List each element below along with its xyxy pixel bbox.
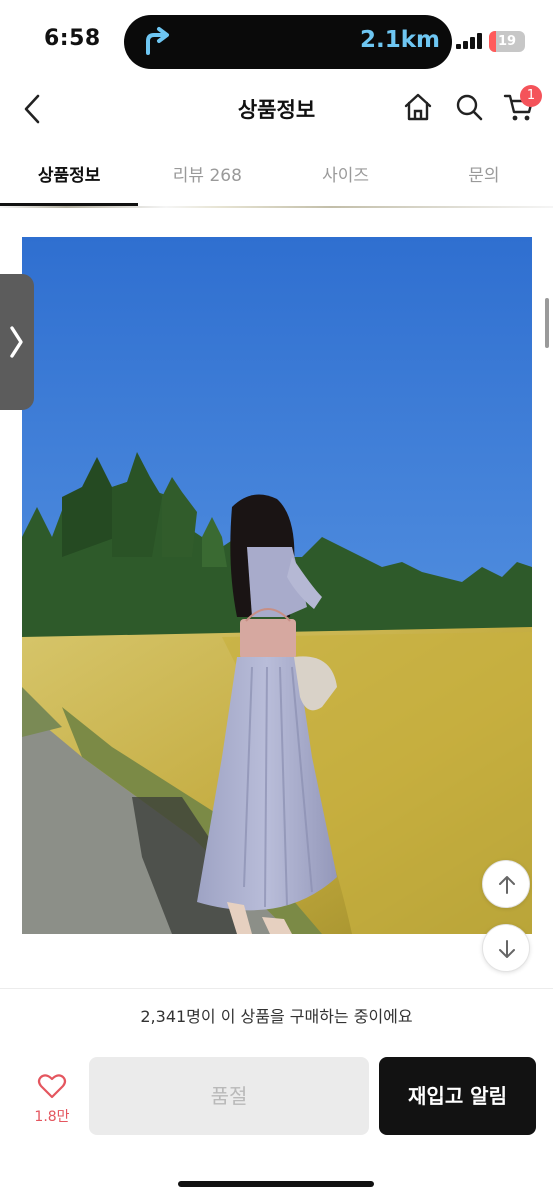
tab-size[interactable]: 사이즈 [277, 150, 415, 206]
soldout-button[interactable]: 품절 [89, 1057, 369, 1135]
side-panel-handle[interactable] [0, 274, 34, 410]
tab-reviews[interactable]: 리뷰 268 [138, 150, 276, 206]
heart-icon [37, 1074, 67, 1099]
scroll-bottom-button[interactable] [482, 924, 530, 972]
navigation-arrow-icon [146, 27, 169, 55]
status-bar: 6:58 2.1km 19 [0, 0, 553, 80]
dynamic-island[interactable]: 2.1km [124, 15, 452, 69]
product-photo [22, 237, 532, 934]
scrollbar[interactable] [545, 298, 549, 348]
signal-icon [456, 33, 484, 49]
tab-bar: 상품정보 리뷰 268 사이즈 문의 [0, 150, 553, 206]
tab-divider [0, 206, 553, 208]
search-icon[interactable] [452, 90, 486, 124]
home-indicator[interactable] [178, 1181, 374, 1187]
arrow-up-icon [499, 876, 515, 894]
home-icon[interactable] [401, 90, 435, 124]
scroll-top-button[interactable] [482, 860, 530, 908]
cart-count-badge: 1 [520, 85, 542, 107]
navigation-distance: 2.1km [359, 27, 440, 53]
status-time: 6:58 [44, 26, 101, 51]
top-header: 상품정보 [0, 80, 553, 138]
chevron-right-icon [10, 326, 23, 358]
buyers-count-text: 2,341명이 이 상품을 구매하는 중이에요 [140, 1007, 413, 1026]
tab-inquiry[interactable]: 문의 [415, 150, 553, 206]
battery-level: 19 [497, 34, 517, 49]
battery-icon: 19 [489, 31, 525, 52]
arrow-down-icon [499, 940, 515, 958]
tab-product-info[interactable]: 상품정보 [0, 150, 138, 206]
like-count: 1.8만 [34, 1109, 70, 1125]
like-button[interactable]: 1.8만 [30, 1072, 74, 1128]
restock-alert-button[interactable]: 재입고 알림 [379, 1057, 536, 1135]
